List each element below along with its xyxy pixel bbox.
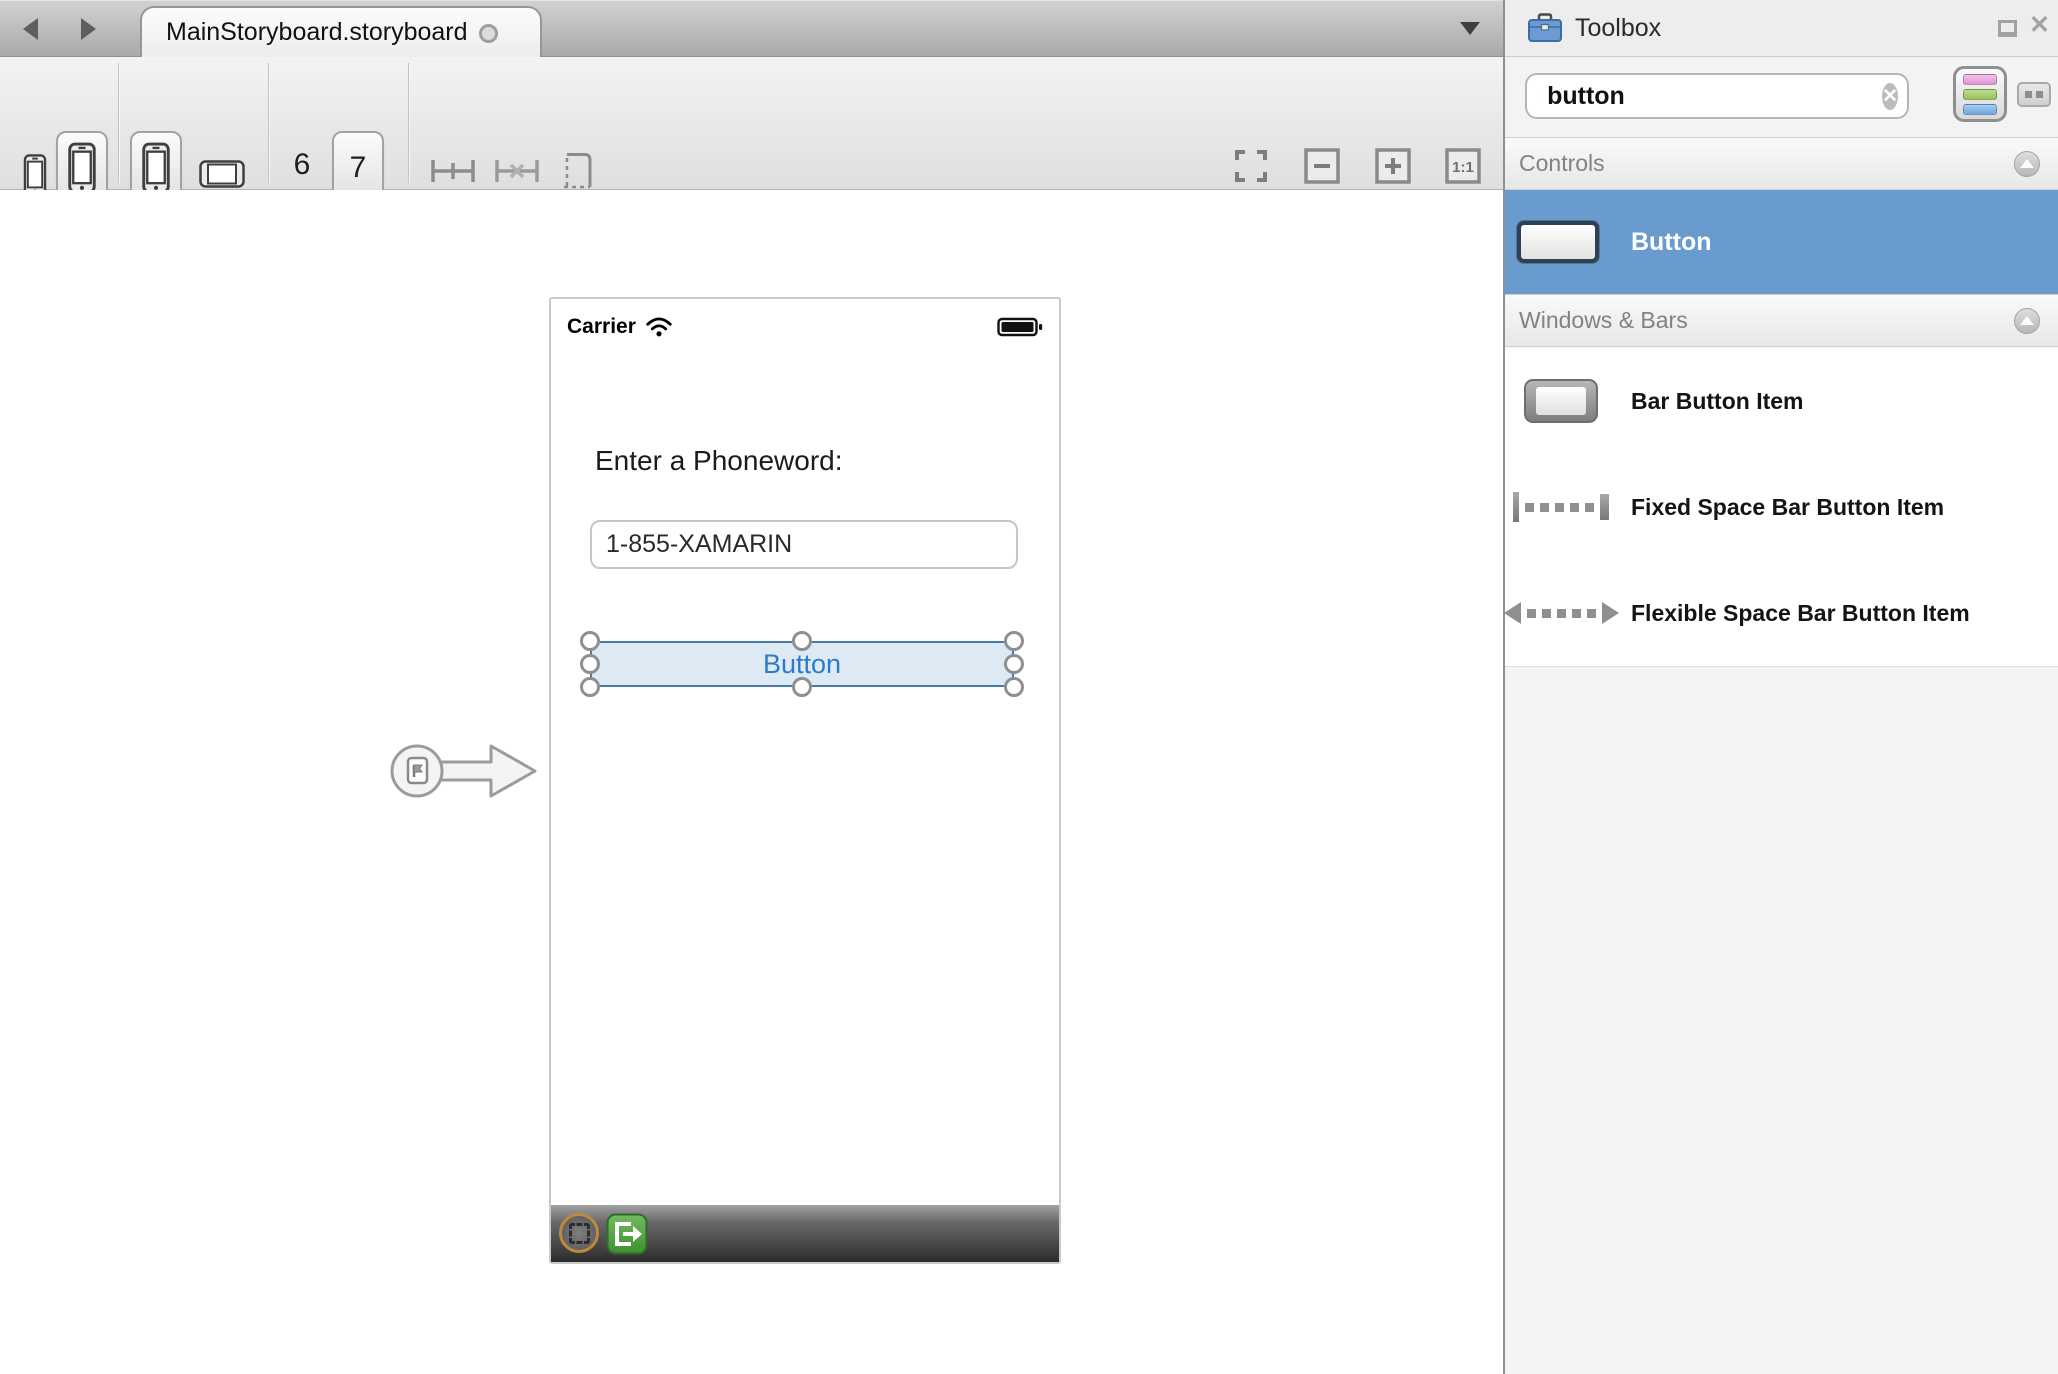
view-controller-surface[interactable]: Carrier Enter a Phoneword: B [549, 297, 1061, 1264]
phone-portrait-icon [142, 141, 170, 195]
selection-handle-top-left[interactable] [580, 631, 600, 651]
design-canvas[interactable]: Carrier Enter a Phoneword: B [0, 190, 1503, 1374]
frame-resize-icon [558, 150, 594, 192]
zoom-out-button[interactable] [1303, 147, 1341, 185]
flexible-space-icon [1504, 602, 1619, 624]
selection-handle-bottom-center[interactable] [792, 677, 812, 697]
translate-button-label: Button [763, 649, 841, 680]
view-controller-bottom-bar [551, 1205, 1059, 1262]
resize-to-fit-button[interactable] [556, 149, 596, 193]
button-thumbnail-icon [1517, 221, 1599, 263]
constraint-add-icon [430, 155, 476, 187]
selection-handle-top-center[interactable] [792, 631, 812, 651]
toolbox-item-flexible-space[interactable]: Flexible Space Bar Button Item [1505, 560, 2058, 666]
section-header-windows-bars[interactable]: Windows & Bars [1505, 294, 2058, 347]
status-bar: Carrier [551, 299, 1059, 345]
zoom-actual-size-button[interactable]: 1:1 [1444, 147, 1482, 185]
app-window: MainStoryboard.storyboard SI [0, 0, 2058, 1374]
toolbox-item-label: Fixed Space Bar Button Item [1631, 494, 1944, 521]
toolbar-separator [268, 63, 269, 183]
nav-back-button[interactable] [12, 12, 48, 46]
nav-forward-button[interactable] [70, 12, 106, 46]
constraint-remove-icon [494, 155, 540, 187]
svg-text:1:1: 1:1 [1452, 159, 1474, 176]
initial-view-controller-arrow[interactable] [388, 739, 540, 803]
phoneword-prompt-label: Enter a Phoneword: [595, 445, 843, 477]
toolbox-panel: Toolbox ✕ ✕ Control [1503, 0, 2058, 1374]
exit-segue-icon[interactable] [606, 1213, 648, 1255]
tab-close-dot[interactable] [479, 24, 498, 43]
zoom-fit-button[interactable] [1232, 147, 1270, 185]
toolbar-separator [408, 63, 409, 183]
fixed-space-icon [1513, 492, 1609, 522]
carrier-label: Carrier [567, 315, 636, 339]
dock-panel-icon[interactable] [1998, 20, 2017, 37]
zoom-in-icon [1375, 148, 1411, 184]
toolbox-title: Toolbox [1575, 14, 1661, 43]
phone-landscape-icon [199, 160, 245, 188]
orientation-landscape-button[interactable] [198, 159, 246, 189]
remove-constraint-button[interactable] [492, 153, 542, 189]
toolbox-item-bar-button-item[interactable]: Bar Button Item [1505, 348, 2058, 454]
tab-overflow-dropdown-icon[interactable] [1460, 22, 1480, 35]
toolbar-separator [118, 63, 119, 183]
clear-search-icon[interactable]: ✕ [1882, 83, 1898, 110]
collapse-section-icon[interactable] [2014, 308, 2040, 334]
windows-bars-list: Bar Button Item Fixed Space Bar Button I… [1505, 348, 2058, 667]
toolbox-item-label: Bar Button Item [1631, 388, 1804, 415]
toolbox-search-field[interactable]: ✕ [1525, 73, 1909, 119]
chevron-left-icon [23, 18, 38, 40]
collapse-section-icon[interactable] [2014, 151, 2040, 177]
battery-icon [997, 317, 1043, 337]
selection-handle-middle-right[interactable] [1004, 654, 1024, 674]
toolbox-item-fixed-space[interactable]: Fixed Space Bar Button Item [1505, 454, 2058, 560]
close-panel-icon[interactable]: ✕ [2029, 10, 2050, 40]
selection-handle-bottom-left[interactable] [580, 677, 600, 697]
tab-title: MainStoryboard.storyboard [166, 18, 468, 47]
phoneword-text-field[interactable] [590, 520, 1018, 569]
section-header-controls[interactable]: Controls [1505, 137, 2058, 190]
phoneword-text-input[interactable] [592, 522, 1016, 567]
toolbox-item-button[interactable]: Button [1505, 190, 2058, 294]
ios6-button[interactable]: 6 [282, 143, 322, 187]
toolbox-briefcase-icon [1527, 12, 1563, 44]
category-view-toggle-selected[interactable] [1953, 66, 2007, 122]
compact-view-toggle[interactable] [2017, 82, 2051, 107]
toolbox-item-label: Button [1631, 228, 1712, 257]
zoom-in-button[interactable] [1374, 147, 1412, 185]
chevron-right-icon [81, 18, 96, 40]
selection-handle-middle-left[interactable] [580, 654, 600, 674]
toolbox-header: Toolbox ✕ [1505, 0, 2058, 57]
add-constraint-button[interactable] [428, 153, 478, 189]
toolbox-search-input[interactable] [1539, 75, 1882, 117]
one-to-one-icon: 1:1 [1445, 148, 1481, 184]
selection-handle-bottom-right[interactable] [1004, 677, 1024, 697]
selection-handle-top-right[interactable] [1004, 631, 1024, 651]
zoom-fit-icon [1234, 149, 1268, 183]
tab-bar: MainStoryboard.storyboard [0, 0, 1503, 57]
designer-toolbar: SIZE ORIENTATION 6 7 iOS VERSION [0, 57, 1503, 190]
view-controller-icon[interactable] [559, 1213, 599, 1253]
zoom-out-icon [1304, 148, 1340, 184]
wifi-icon [645, 316, 673, 338]
phone-tall-icon [68, 141, 96, 195]
toolbox-search-row: ✕ [1505, 57, 2058, 137]
bar-button-item-icon [1524, 379, 1598, 423]
toolbox-item-label: Flexible Space Bar Button Item [1631, 600, 1970, 627]
tab-mainstoryboard[interactable]: MainStoryboard.storyboard [140, 6, 542, 57]
